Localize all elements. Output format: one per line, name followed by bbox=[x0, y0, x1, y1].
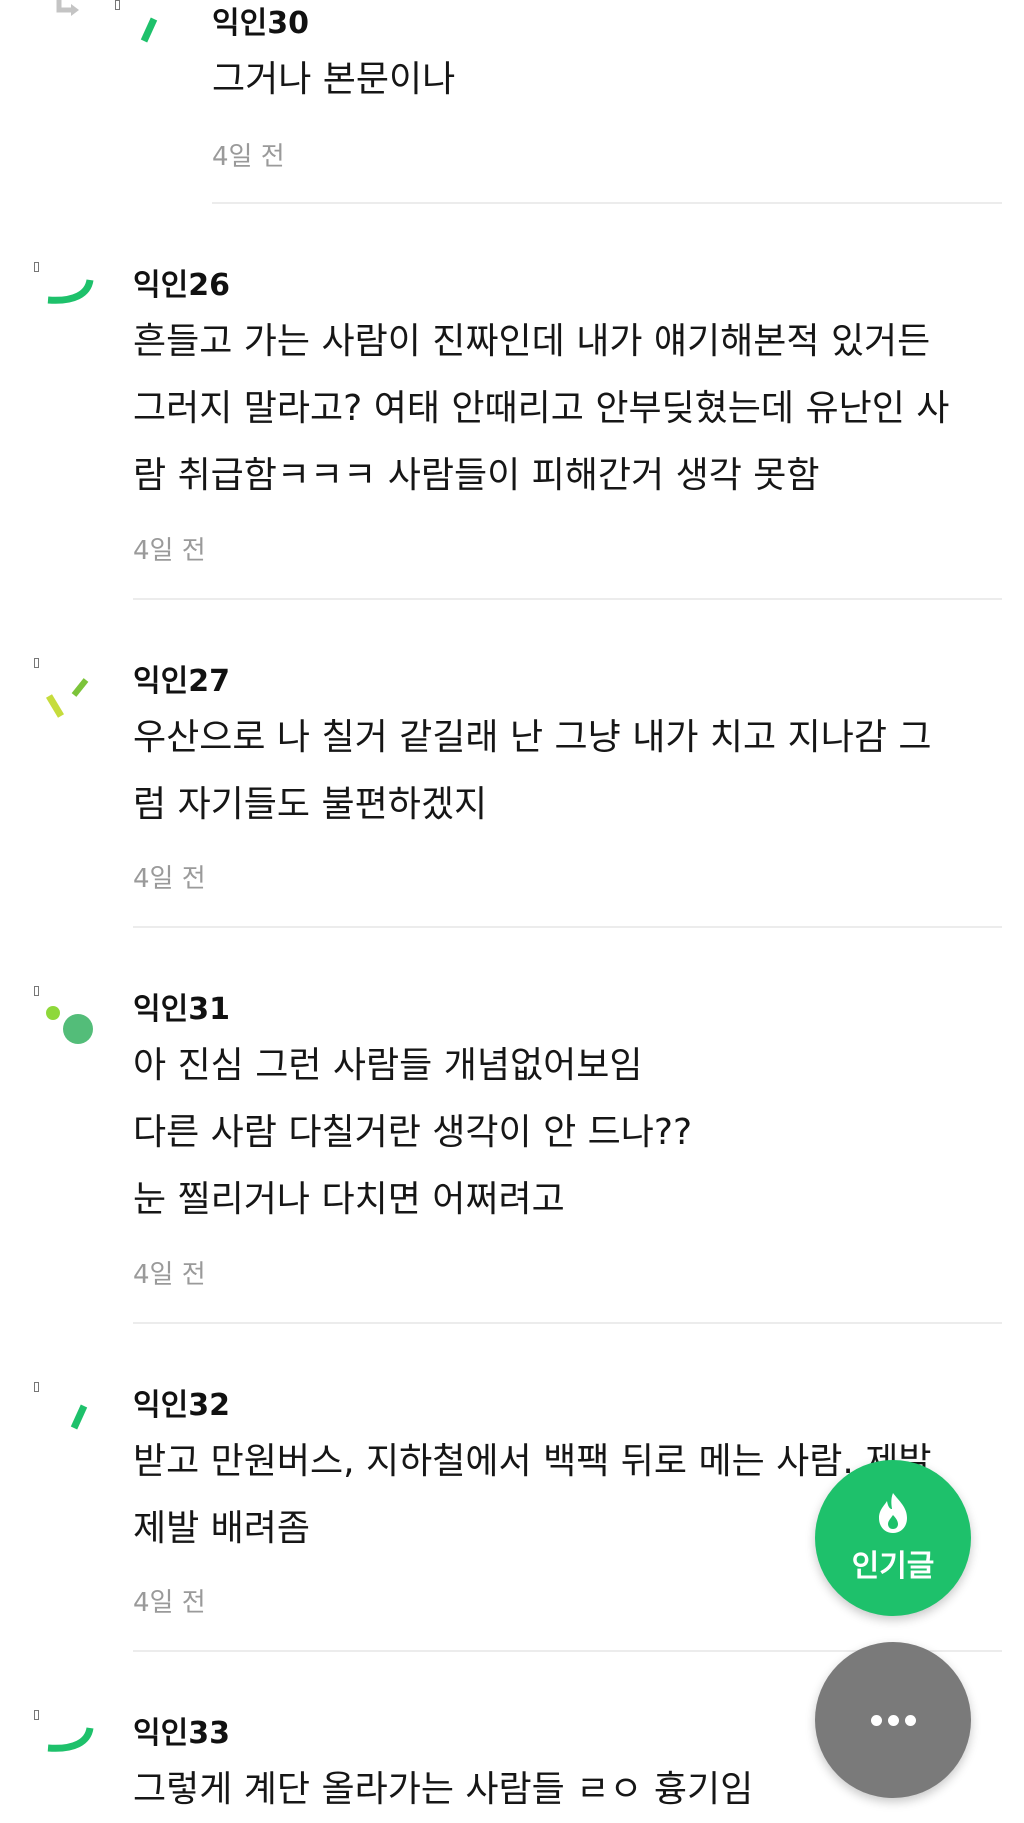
comment-meta-icon bbox=[34, 986, 39, 996]
comment-line: 럼 자기들도 불편하겠지 bbox=[133, 784, 488, 825]
comment-body: 아 진심 그런 사람들 개념없어보임 다른 사람 다칠거란 생각이 안 드나??… bbox=[133, 1032, 692, 1233]
comment-body: 우산으로 나 칠거 같길래 난 그냥 내가 치고 지나감 그 럼 자기들도 불편… bbox=[133, 704, 932, 838]
popular-posts-button[interactable]: 인기글 bbox=[815, 1460, 971, 1616]
comment-author: 익인32 bbox=[133, 1388, 230, 1423]
divider bbox=[133, 1322, 1002, 1324]
comment-meta-icon bbox=[34, 262, 39, 272]
comment-body: 그거나 본문이나 bbox=[212, 46, 455, 113]
avatar-icon bbox=[47, 279, 94, 304]
avatar-icon bbox=[47, 1727, 94, 1752]
comment-meta-icon bbox=[34, 658, 39, 668]
comment-meta-icon bbox=[115, 0, 120, 10]
comment-body: 받고 만원버스, 지하철에서 백팩 뒤로 메는 사람. 제발 제발 배려좀 bbox=[133, 1428, 932, 1562]
comment-author: 익인31 bbox=[133, 992, 230, 1027]
comment-line: 제발 배려좀 bbox=[133, 1508, 311, 1549]
comment-line: 눈 찔리거나 다치면 어쩌려고 bbox=[133, 1179, 565, 1220]
comment-line: 우산으로 나 칠거 같길래 난 그냥 내가 치고 지나감 그 bbox=[133, 717, 932, 758]
avatar-icon bbox=[45, 678, 89, 718]
comment-time: 4일 전 bbox=[133, 1260, 206, 1290]
comment-line: 그러지 말라고? 여태 안때리고 안부딪혔는데 유난인 사 bbox=[133, 388, 950, 429]
comment-line: 그거나 본문이나 bbox=[212, 59, 456, 100]
comment-line: 다른 사람 다칠거란 생각이 안 드나?? bbox=[133, 1112, 693, 1153]
fire-icon bbox=[879, 1493, 907, 1533]
comment-line: 받고 만원버스, 지하철에서 백팩 뒤로 메는 사람. 제발 bbox=[133, 1441, 932, 1482]
comment-time: 4일 전 bbox=[133, 536, 206, 566]
avatar-icon bbox=[70, 1404, 88, 1430]
comment-meta-icon bbox=[34, 1382, 39, 1392]
comment-time: 4일 전 bbox=[212, 142, 285, 172]
comment-time: 4일 전 bbox=[133, 864, 206, 894]
comment-line: 그렇게 계단 올라가는 사람들 ㄹㅇ 흉기임 bbox=[133, 1769, 754, 1810]
comment-line: 아 진심 그런 사람들 개념없어보임 bbox=[133, 1045, 643, 1086]
comment-author: 익인26 bbox=[133, 268, 230, 303]
popular-posts-label: 인기글 bbox=[851, 1549, 935, 1584]
avatar-icon bbox=[46, 1006, 93, 1044]
comment-author: 익인33 bbox=[133, 1716, 230, 1751]
avatar-icon bbox=[140, 17, 158, 43]
divider bbox=[133, 598, 1002, 600]
more-options-button[interactable] bbox=[815, 1642, 971, 1798]
comment-time: 4일 전 bbox=[133, 1588, 206, 1618]
divider bbox=[133, 926, 1002, 928]
comment-item: 익인26 흔들고 가는 사람이 진짜인데 내가 얘기해본적 있거든 그러지 말라… bbox=[0, 262, 1024, 592]
divider bbox=[212, 202, 1002, 204]
comment-author: 익인27 bbox=[133, 664, 230, 699]
comment-meta-icon bbox=[34, 1710, 39, 1720]
comment-item: 익인31 아 진심 그런 사람들 개념없어보임 다른 사람 다칠거란 생각이 안… bbox=[0, 986, 1024, 1316]
comment-author: 익인30 bbox=[212, 6, 309, 41]
more-dots-icon bbox=[870, 1714, 916, 1726]
comment-body: 흔들고 가는 사람이 진짜인데 내가 얘기해본적 있거든 그러지 말라고? 여태… bbox=[133, 308, 949, 509]
comment-body: 그렇게 계단 올라가는 사람들 ㄹㅇ 흉기임 bbox=[133, 1756, 753, 1823]
comment-line: 흔들고 가는 사람이 진짜인데 내가 얘기해본적 있거든 bbox=[133, 321, 931, 362]
comment-item: 익인30 그거나 본문이나 4일 전 bbox=[0, 0, 1024, 210]
comment-item: 익인27 우산으로 나 칠거 같길래 난 그냥 내가 치고 지나감 그 럼 자기… bbox=[0, 658, 1024, 928]
comment-line: 람 취급함ㅋㅋㅋ 사람들이 피해간거 생각 못함 bbox=[133, 455, 820, 496]
